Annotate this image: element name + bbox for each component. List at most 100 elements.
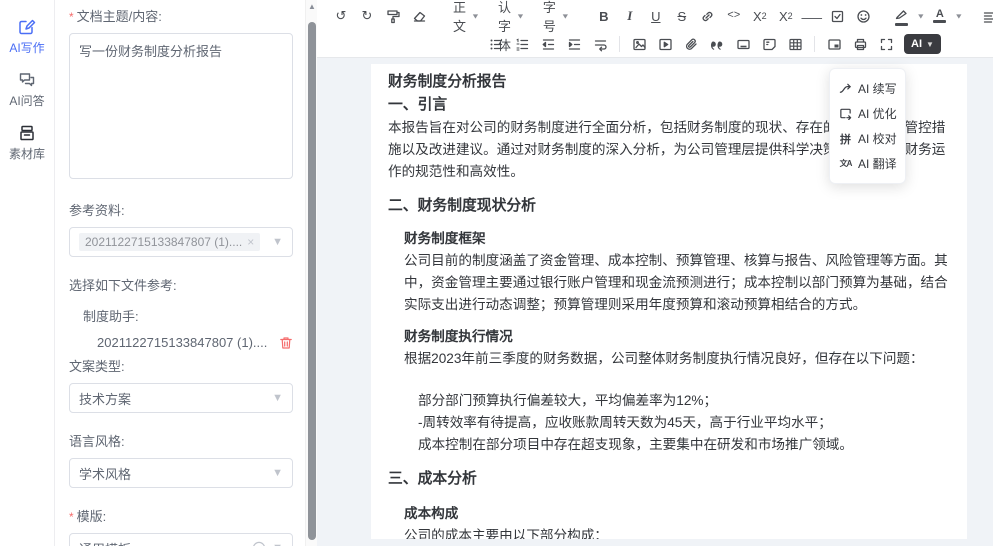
doc-block-h3: 财务制度执行情况: [404, 326, 950, 348]
highlight-color-icon[interactable]: [890, 5, 914, 27]
divider-block-icon[interactable]: [731, 33, 755, 55]
superscript-icon[interactable]: X2: [774, 5, 798, 27]
image-icon[interactable]: [627, 33, 651, 55]
undo-icon[interactable]: ↺: [329, 5, 353, 27]
code-icon[interactable]: <>: [722, 5, 746, 27]
strikethrough-icon[interactable]: S: [670, 5, 694, 27]
fullscreen-icon[interactable]: [874, 33, 898, 55]
bullet-list-icon[interactable]: [484, 33, 508, 55]
style-select[interactable]: 学术风格 ▼: [69, 458, 293, 488]
editor-toolbar: ↺ ↻ 正文▼ 默认字体▼ 字号▼ B I: [317, 0, 993, 58]
topic-input[interactable]: 写一份财务制度分析报告: [69, 33, 293, 179]
referenced-file-row: 2021122715133847807 (1)....: [69, 335, 293, 350]
doc-block-p2: 公司的成本主要由以下部分构成：: [404, 525, 950, 539]
reference-select[interactable]: 2021122715133847807 (1).... × ▼: [69, 227, 293, 257]
panel-scrollbar[interactable]: ▲: [305, 0, 317, 546]
referenced-file-name: 2021122715133847807 (1)....: [97, 335, 267, 350]
redo-icon[interactable]: ↻: [355, 5, 379, 27]
reference-label: 参考资料:: [69, 200, 293, 219]
blockquote-icon[interactable]: [705, 33, 729, 55]
doc-block-h2b: 三、成本分析: [388, 468, 950, 491]
menu-item-ai-optimize[interactable]: AI 优化: [830, 101, 905, 126]
write-icon: [18, 18, 36, 39]
nav-rail: AI写作 AI问答 素材库: [0, 0, 55, 546]
translate-icon: 文A: [839, 158, 852, 169]
doc-block-li: -周转效率有待提高，应收账款周转天数为45天，高于行业平均水平；: [418, 412, 950, 434]
nav-label: AI写作: [9, 42, 44, 55]
toolbar-row-2: AI▼: [329, 30, 985, 58]
nav-item-ai-writing[interactable]: AI写作: [9, 18, 44, 55]
doc-type-select[interactable]: 技术方案 ▼: [69, 383, 293, 413]
print-icon[interactable]: [848, 33, 872, 55]
menu-item-ai-proofread[interactable]: 拼 AI 校对: [830, 126, 905, 151]
doc-block-li: 成本控制在部分项目中存在超支现象，主要集中在研发和市场推广领域。: [418, 434, 950, 456]
font-family-select[interactable]: 默认字体▼: [490, 5, 533, 27]
reference-file-tag: 2021122715133847807 (1).... ×: [79, 233, 260, 251]
ai-menu-button[interactable]: AI▼: [904, 34, 941, 54]
font-size-select[interactable]: 字号▼: [535, 5, 578, 27]
nav-item-material-library[interactable]: 素材库: [9, 124, 45, 161]
doc-block-h2: 二、财务制度现状分析: [388, 195, 950, 218]
assistant-label: 制度助手:: [69, 306, 293, 325]
style-value: 学术风格: [79, 464, 131, 483]
template-label: *模版:: [69, 506, 293, 525]
doc-type-label: 文案类型:: [69, 356, 293, 375]
app-window: AI写作 AI问答 素材库 *文档主题/内容: 写一: [0, 0, 993, 546]
nav-label: 素材库: [9, 148, 45, 161]
font-color-dropdown-icon[interactable]: ▼: [954, 5, 964, 27]
doc-block-h3: 财务制度框架: [404, 228, 950, 250]
writing-form-panel: *文档主题/内容: 写一份财务制度分析报告 参考资料: 202112271513…: [55, 0, 305, 546]
align-icon[interactable]: [978, 5, 993, 27]
scroll-up-arrow-icon[interactable]: ▲: [307, 2, 317, 11]
attachment-icon[interactable]: [679, 33, 703, 55]
format-painter-icon[interactable]: [381, 5, 405, 27]
tag-close-icon[interactable]: ×: [247, 235, 254, 249]
subscript-icon[interactable]: X2: [748, 5, 772, 27]
underline-icon[interactable]: U: [644, 5, 668, 27]
doc-block-p2: 公司目前的制度涵盖了资金管理、成本控制、预算管理、核算与报告、风险管理等方面。其…: [404, 250, 950, 316]
eraser-icon[interactable]: [407, 5, 431, 27]
file-reference-label: 选择如下文件参考:: [69, 275, 293, 294]
table-icon[interactable]: [783, 33, 807, 55]
emoji-icon[interactable]: [852, 5, 876, 27]
ordered-list-icon[interactable]: [510, 33, 534, 55]
doc-block-p2: 根据2023年前三季度的财务数据，公司整体财务制度执行情况良好，但存在以下问题：: [404, 348, 950, 370]
embed-icon[interactable]: [822, 33, 846, 55]
doc-block-h3b: 成本构成: [404, 503, 950, 525]
scrollbar-thumb[interactable]: [308, 22, 316, 540]
highlight-dropdown-icon[interactable]: ▼: [916, 5, 926, 27]
indent-icon[interactable]: [562, 33, 586, 55]
nav-item-ai-qa[interactable]: AI问答: [9, 71, 44, 108]
chevron-down-icon: ▼: [272, 236, 283, 248]
nav-label: AI问答: [9, 95, 44, 108]
bold-icon[interactable]: B: [592, 5, 616, 27]
library-icon: [18, 124, 36, 145]
template-select[interactable]: 通用模板 ▼: [69, 533, 293, 546]
chevron-down-icon: ▼: [272, 467, 283, 479]
line-break-icon[interactable]: [588, 33, 612, 55]
menu-item-ai-continue[interactable]: AI 续写: [830, 76, 905, 101]
paragraph-style-select[interactable]: 正文▼: [445, 5, 488, 27]
task-list-icon[interactable]: [826, 5, 850, 27]
continue-icon: [839, 82, 852, 95]
horizontal-rule-icon[interactable]: ⸺: [800, 5, 824, 27]
chevron-down-icon: ▼: [272, 542, 283, 546]
menu-item-ai-translate[interactable]: 文A AI 翻译: [830, 151, 905, 176]
ai-dropdown-menu: AI 续写 AI 优化 拼 AI 校对 文A AI 翻译: [829, 68, 906, 184]
italic-icon[interactable]: I: [618, 5, 642, 27]
video-icon[interactable]: [653, 33, 677, 55]
outdent-icon[interactable]: [536, 33, 560, 55]
topic-label: *文档主题/内容:: [69, 6, 293, 25]
toolbar-divider: [814, 36, 815, 52]
snippet-icon[interactable]: [757, 33, 781, 55]
link-icon[interactable]: [696, 5, 720, 27]
circle-check-icon: [252, 541, 266, 546]
font-color-icon[interactable]: A: [928, 5, 952, 27]
template-value: 通用模板: [79, 539, 131, 546]
style-label: 语言风格:: [69, 431, 293, 450]
required-asterisk: *: [69, 510, 74, 524]
doc-type-value: 技术方案: [79, 389, 131, 408]
required-asterisk: *: [69, 10, 74, 24]
optimize-icon: [839, 107, 852, 120]
trash-icon[interactable]: [279, 336, 293, 350]
